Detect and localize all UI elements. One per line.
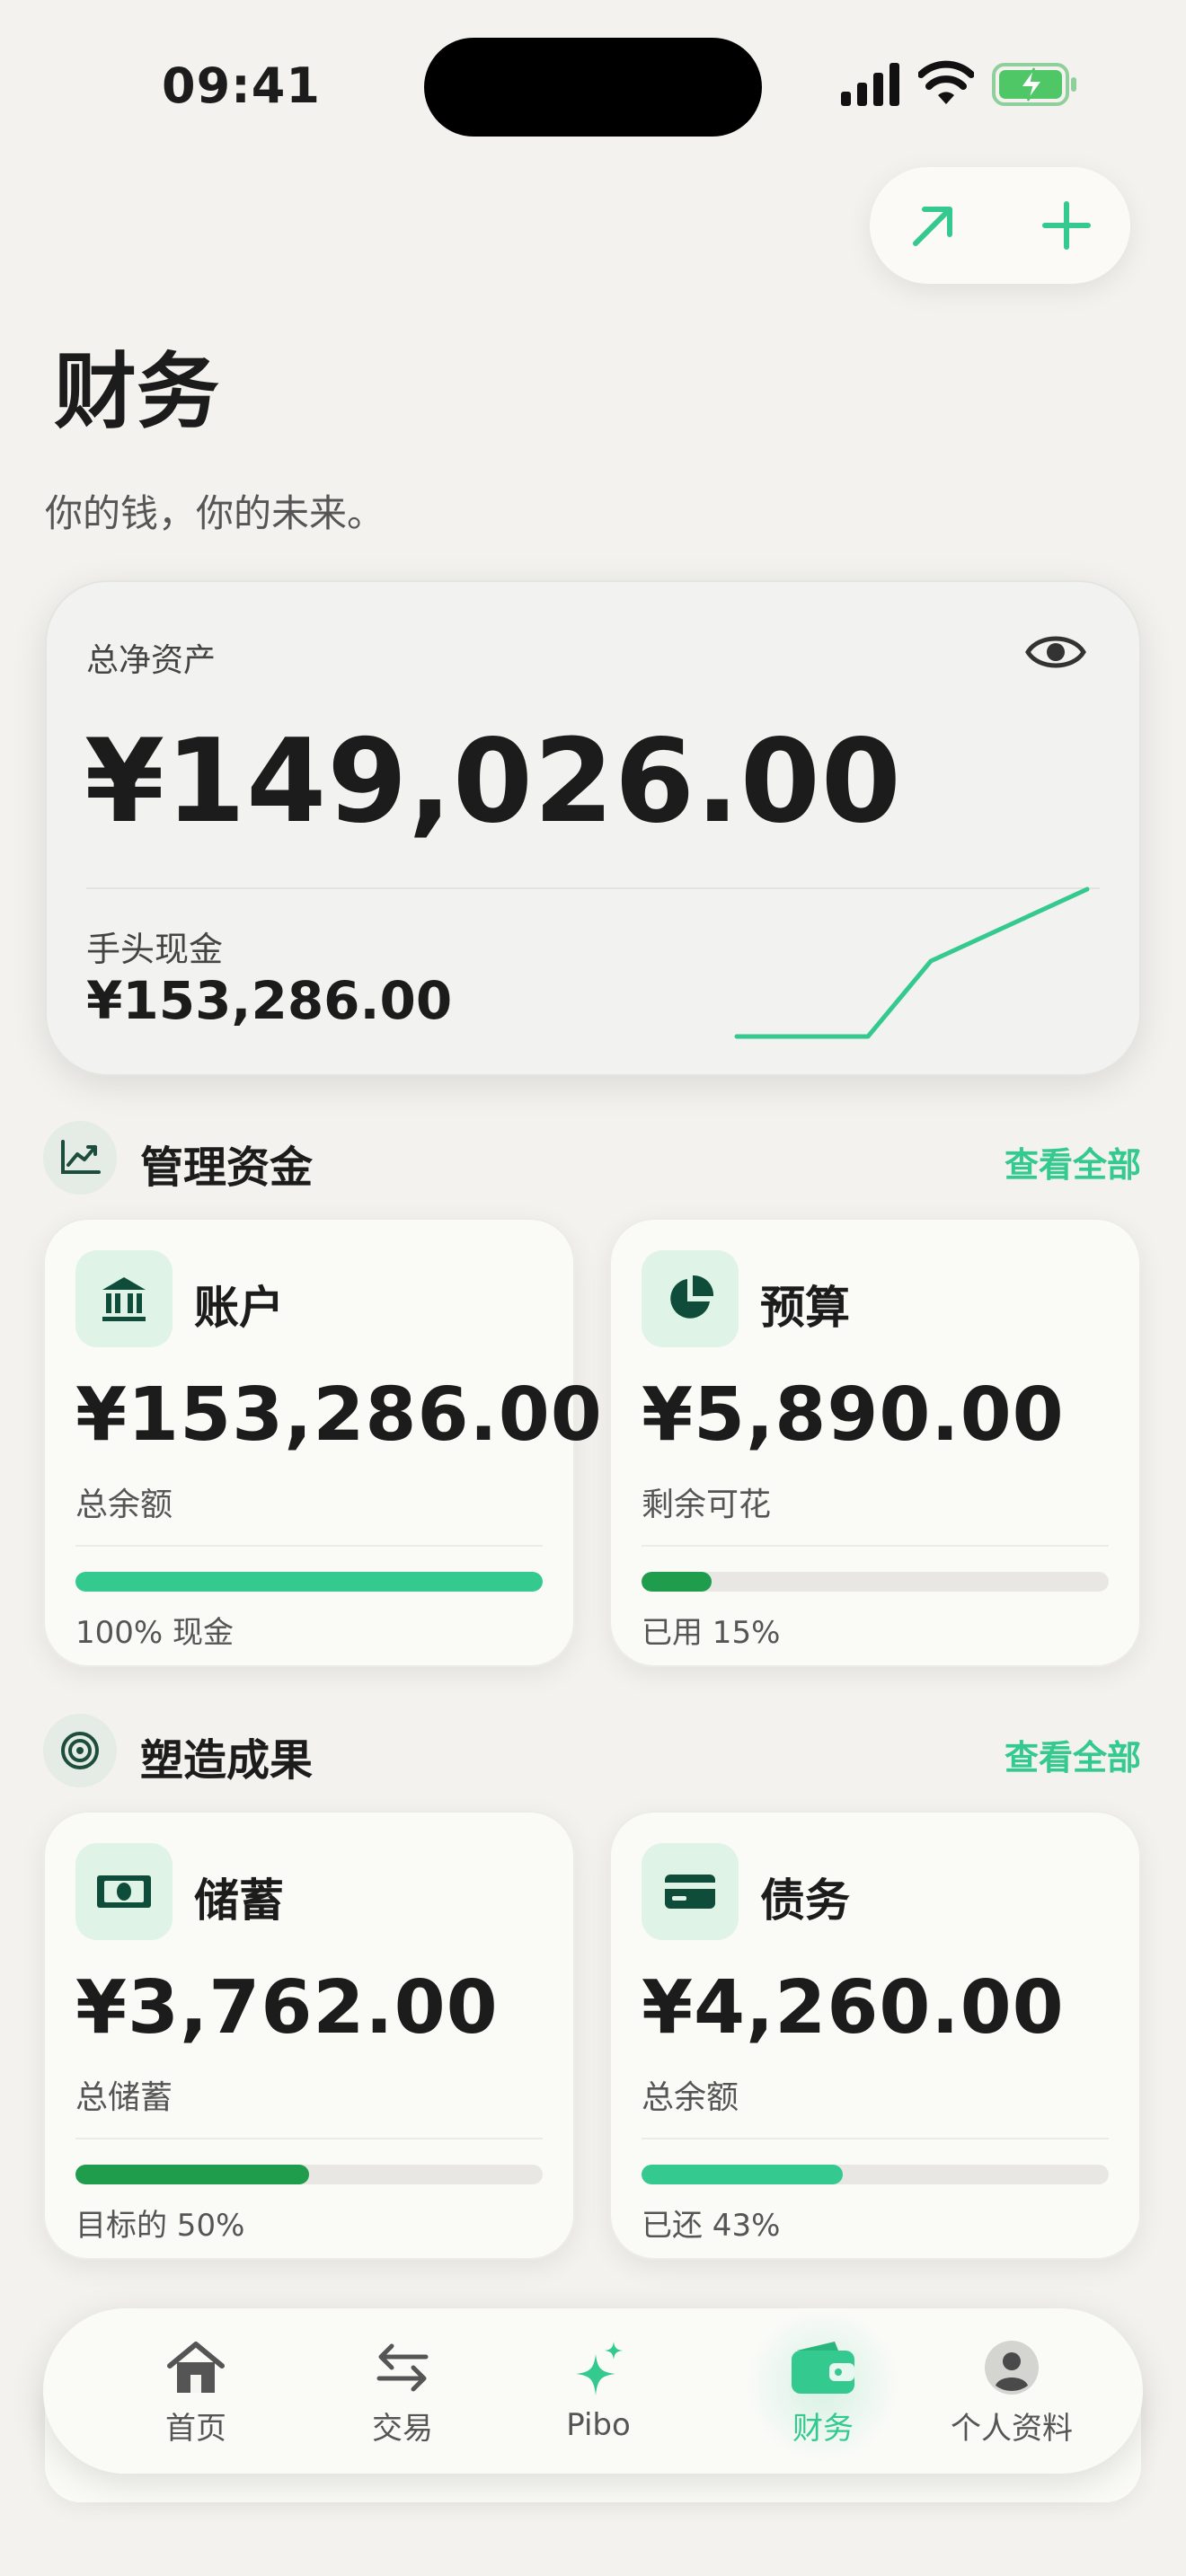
trend-sparkline: [734, 887, 1090, 1039]
tab-label-transactions: 交易: [372, 2410, 433, 2447]
accounts-value: ¥153,286.00: [75, 1372, 603, 1458]
savings-progress-bar: [75, 2165, 543, 2184]
target-icon: [43, 1714, 117, 1787]
divider: [642, 2138, 1109, 2139]
dynamic-island: [424, 38, 762, 137]
tab-profile[interactable]: 个人资料: [913, 2308, 1111, 2474]
accounts-progress-bar: [75, 1572, 543, 1592]
debt-footnote: 已还 43%: [642, 2208, 781, 2244]
bank-icon: [75, 1250, 173, 1347]
arrow-up-right-icon: [913, 207, 952, 246]
tab-bar: 首页 交易 Pibo 财务 个人资料: [43, 2308, 1143, 2474]
savings-label: 总储蓄: [75, 2079, 173, 2116]
trend-chart-icon: [43, 1121, 117, 1195]
debt-progress-fill: [642, 2165, 843, 2184]
view-all-results-link[interactable]: 查看全部: [1005, 1730, 1141, 1779]
cash-on-hand-label: 手头现金: [86, 930, 224, 969]
cellular-signal-icon: [841, 63, 899, 106]
tab-transactions[interactable]: 交易: [304, 2308, 501, 2474]
sparkle-icon: [562, 2339, 634, 2404]
banknote-icon: [75, 1843, 173, 1940]
section-title-manage: 管理资金: [140, 1142, 314, 1193]
budget-progress-bar: [642, 1572, 1109, 1592]
debt-card[interactable]: 债务 ¥4,260.00 总余额 已还 43%: [609, 1811, 1141, 2260]
savings-value: ¥3,762.00: [75, 1965, 499, 2051]
view-all-manage-link[interactable]: 查看全部: [1005, 1137, 1141, 1187]
battery-charging-icon: [992, 63, 1076, 106]
divider: [75, 1545, 543, 1547]
page-subtitle: 你的钱，你的未来。: [45, 491, 385, 535]
accounts-label: 总余额: [75, 1486, 173, 1523]
tab-finance[interactable]: 财务: [724, 2308, 922, 2474]
status-time: 09:41: [162, 57, 321, 114]
pie-chart-icon: [642, 1250, 739, 1347]
section-title-results: 塑造成果: [140, 1735, 314, 1786]
accounts-footnote: 100% 现金: [75, 1615, 235, 1651]
budget-progress-fill: [642, 1572, 712, 1592]
open-button[interactable]: [902, 194, 965, 257]
credit-card-icon: [642, 1843, 739, 1940]
eye-icon[interactable]: [1024, 627, 1087, 677]
budget-value: ¥5,890.00: [642, 1372, 1065, 1458]
home-icon: [160, 2335, 232, 2400]
accounts-title: 账户: [194, 1282, 284, 1334]
savings-title: 储蓄: [194, 1875, 284, 1927]
plus-icon: [1042, 201, 1091, 250]
accounts-progress-fill: [75, 1572, 543, 1592]
debt-value: ¥4,260.00: [642, 1965, 1065, 2051]
quick-actions-pill: [870, 167, 1130, 284]
profile-icon: [976, 2335, 1048, 2400]
debt-label: 总余额: [642, 2079, 739, 2116]
budget-card[interactable]: 预算 ¥5,890.00 剩余可花 已用 15%: [609, 1218, 1141, 1667]
tab-label-profile: 个人资料: [951, 2410, 1073, 2447]
tab-label-home: 首页: [165, 2410, 226, 2447]
tab-label-finance: 财务: [792, 2410, 854, 2447]
debt-progress-bar: [642, 2165, 1109, 2184]
wifi-icon: [918, 60, 974, 104]
net-worth-card[interactable]: 总净资产 ¥149,026.00 手头现金 ¥153,286.00: [45, 580, 1141, 1076]
wallet-icon: [787, 2335, 859, 2400]
budget-footnote: 已用 15%: [642, 1615, 781, 1651]
net-worth-value: ¥149,026.00: [84, 715, 902, 849]
debt-title: 债务: [760, 1875, 850, 1927]
budget-label: 剩余可花: [642, 1486, 772, 1523]
page-title: 财务: [54, 344, 220, 440]
tab-pibo[interactable]: Pibo: [500, 2308, 697, 2474]
divider: [642, 1545, 1109, 1547]
savings-footnote: 目标的 50%: [75, 2208, 245, 2244]
tab-home[interactable]: 首页: [97, 2308, 295, 2474]
divider: [75, 2138, 543, 2139]
savings-card[interactable]: 储蓄 ¥3,762.00 总储蓄 目标的 50%: [43, 1811, 575, 2260]
cash-on-hand-value: ¥153,286.00: [86, 970, 453, 1031]
tab-label-pibo: Pibo: [566, 2407, 631, 2443]
swap-arrows-icon: [367, 2335, 438, 2400]
savings-progress-fill: [75, 2165, 309, 2184]
add-button[interactable]: [1035, 194, 1098, 257]
net-worth-label: 总净资产: [86, 642, 217, 679]
accounts-card[interactable]: 账户 ¥153,286.00 总余额 100% 现金: [43, 1218, 602, 1667]
budget-title: 预算: [760, 1282, 850, 1334]
